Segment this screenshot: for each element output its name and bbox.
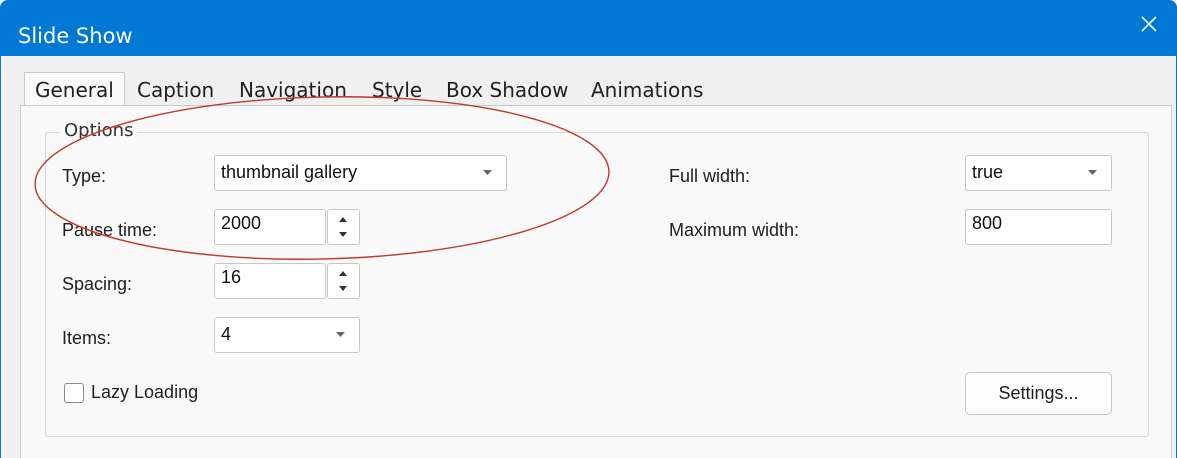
title-bar: Slide Show <box>0 0 1177 56</box>
spacing-value: 16 <box>221 267 242 287</box>
tab-navigation[interactable]: Navigation <box>239 74 347 106</box>
settings-button-label: Settings... <box>998 383 1079 403</box>
pause-time-spinner[interactable] <box>327 209 360 245</box>
chevron-down-icon <box>483 170 492 175</box>
items-select-value: 4 <box>221 324 232 344</box>
lazy-loading-label[interactable]: Lazy Loading <box>91 382 198 403</box>
close-button[interactable] <box>1121 0 1177 48</box>
dialog-body: General Caption Navigation Style Box Sha… <box>1 56 1176 458</box>
full-width-select[interactable]: true <box>965 155 1112 191</box>
window-title: Slide Show <box>18 24 133 48</box>
type-select-value: thumbnail gallery <box>221 162 358 182</box>
general-tab-page: Options Type: thumbnail gallery Pause ti… <box>20 105 1172 458</box>
tab-animations[interactable]: Animations <box>591 74 703 106</box>
spacing-label: Spacing: <box>62 274 133 294</box>
pause-time-label: Pause time: <box>62 220 158 240</box>
lazy-loading-checkbox[interactable] <box>64 383 84 403</box>
settings-button[interactable]: Settings... <box>965 372 1112 415</box>
slide-show-dialog: Slide Show General Caption Navigation St… <box>0 0 1177 458</box>
tab-general[interactable]: General <box>24 72 125 106</box>
pause-time-input[interactable]: 2000 <box>214 209 326 245</box>
options-group-title: Options <box>60 120 138 141</box>
type-select[interactable]: thumbnail gallery <box>214 155 507 191</box>
maximum-width-label: Maximum width: <box>669 220 800 240</box>
tab-style[interactable]: Style <box>372 74 422 106</box>
full-width-label: Full width: <box>669 166 751 186</box>
close-icon <box>1141 16 1157 32</box>
tab-strip: General Caption Navigation Style Box Sha… <box>1 72 1176 106</box>
chevron-down-icon <box>1088 170 1097 175</box>
full-width-select-value: true <box>972 162 1004 182</box>
items-label: Items: <box>62 328 112 348</box>
tab-caption[interactable]: Caption <box>137 74 214 106</box>
tab-box-shadow[interactable]: Box Shadow <box>446 74 568 106</box>
spinner-arrows-icon <box>339 271 347 291</box>
spacing-input[interactable]: 16 <box>214 263 326 299</box>
spinner-arrows-icon <box>339 217 347 237</box>
maximum-width-value: 800 <box>972 213 1003 233</box>
pause-time-value: 2000 <box>221 213 262 233</box>
items-select[interactable]: 4 <box>214 317 360 353</box>
maximum-width-input[interactable]: 800 <box>965 209 1112 245</box>
spacing-spinner[interactable] <box>327 263 360 299</box>
chevron-down-icon <box>336 332 345 337</box>
type-label: Type: <box>62 166 107 186</box>
